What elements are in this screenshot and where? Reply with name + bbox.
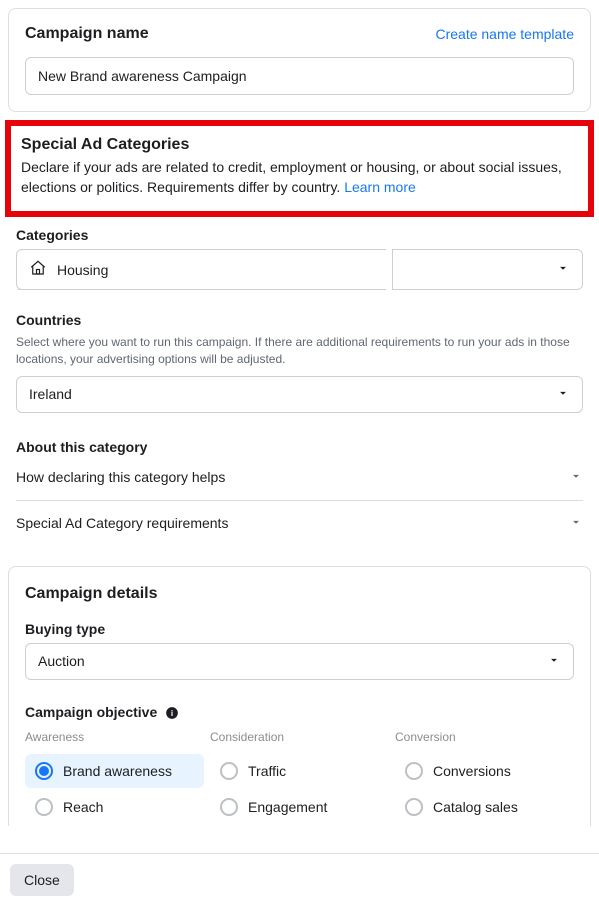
- radio-icon: [35, 762, 53, 780]
- campaign-details-card: Campaign details Buying type Auction Cam…: [8, 566, 591, 826]
- objective-grid: Awareness Brand awareness Reach Consider…: [25, 730, 574, 826]
- chevron-down-icon: [556, 386, 570, 403]
- radio-icon: [405, 762, 423, 780]
- radio-icon: [405, 798, 423, 816]
- col-consideration-head: Consideration: [210, 730, 389, 744]
- col-awareness-head: Awareness: [25, 730, 204, 744]
- radio-label: Brand awareness: [63, 763, 172, 779]
- house-icon: [29, 259, 47, 280]
- radio-label: Reach: [63, 799, 103, 815]
- campaign-name-title: Campaign name: [25, 25, 149, 43]
- radio-reach[interactable]: Reach: [25, 790, 204, 824]
- radio-icon: [35, 798, 53, 816]
- chevron-down-icon: [556, 261, 570, 278]
- chevron-down-icon: [547, 653, 561, 670]
- how-declaring-helps-text: How declaring this category helps: [16, 469, 225, 485]
- radio-label: Engagement: [248, 799, 327, 815]
- radio-label: Traffic: [248, 763, 286, 779]
- category-chip[interactable]: Housing: [16, 249, 386, 290]
- how-declaring-helps-row[interactable]: How declaring this category helps: [16, 455, 583, 500]
- radio-label: Catalog sales: [433, 799, 518, 815]
- radio-engagement[interactable]: Engagement: [210, 790, 389, 824]
- buying-type-value: Auction: [38, 653, 85, 669]
- col-conversion-head: Conversion: [395, 730, 574, 744]
- special-desc-text: Declare if your ads are related to credi…: [21, 159, 562, 195]
- radio-catalog-sales[interactable]: Catalog sales: [395, 790, 574, 824]
- country-dropdown[interactable]: Ireland: [16, 376, 583, 413]
- close-button[interactable]: Close: [10, 864, 74, 896]
- footer-bar: Close: [0, 853, 599, 906]
- requirements-row[interactable]: Special Ad Category requirements: [16, 501, 583, 546]
- radio-icon: [220, 762, 238, 780]
- categories-label: Categories: [16, 227, 583, 243]
- chevron-down-icon: [569, 469, 583, 486]
- buying-type-label: Buying type: [25, 621, 574, 637]
- radio-conversions[interactable]: Conversions: [395, 754, 574, 788]
- learn-more-link[interactable]: Learn more: [344, 179, 416, 195]
- buying-type-dropdown[interactable]: Auction: [25, 643, 574, 680]
- special-ad-categories-highlight: Special Ad Categories Declare if your ad…: [5, 120, 594, 217]
- country-selected-text: Ireland: [29, 386, 72, 402]
- countries-label: Countries: [16, 312, 583, 328]
- svg-text:i: i: [171, 709, 173, 718]
- campaign-name-card: Campaign name Create name template: [8, 8, 591, 112]
- radio-label: Conversions: [433, 763, 511, 779]
- radio-icon: [220, 798, 238, 816]
- category-dropdown[interactable]: [392, 249, 583, 290]
- special-ad-categories-title: Special Ad Categories: [21, 136, 578, 154]
- chevron-down-icon: [569, 515, 583, 532]
- special-ad-categories-body: Categories Housing Countries Select wher…: [0, 227, 599, 558]
- campaign-details-title: Campaign details: [25, 585, 574, 603]
- radio-brand-awareness[interactable]: Brand awareness: [25, 754, 204, 788]
- countries-desc: Select where you want to run this campai…: [16, 334, 583, 368]
- category-selected-text: Housing: [57, 262, 108, 278]
- requirements-text: Special Ad Category requirements: [16, 515, 228, 531]
- campaign-objective-label: Campaign objective: [25, 704, 157, 720]
- radio-traffic[interactable]: Traffic: [210, 754, 389, 788]
- info-icon[interactable]: i: [165, 706, 179, 720]
- campaign-name-input[interactable]: [25, 57, 574, 95]
- special-ad-categories-desc: Declare if your ads are related to credi…: [21, 158, 578, 197]
- about-category-label: About this category: [16, 439, 583, 455]
- create-name-template-link[interactable]: Create name template: [435, 26, 574, 42]
